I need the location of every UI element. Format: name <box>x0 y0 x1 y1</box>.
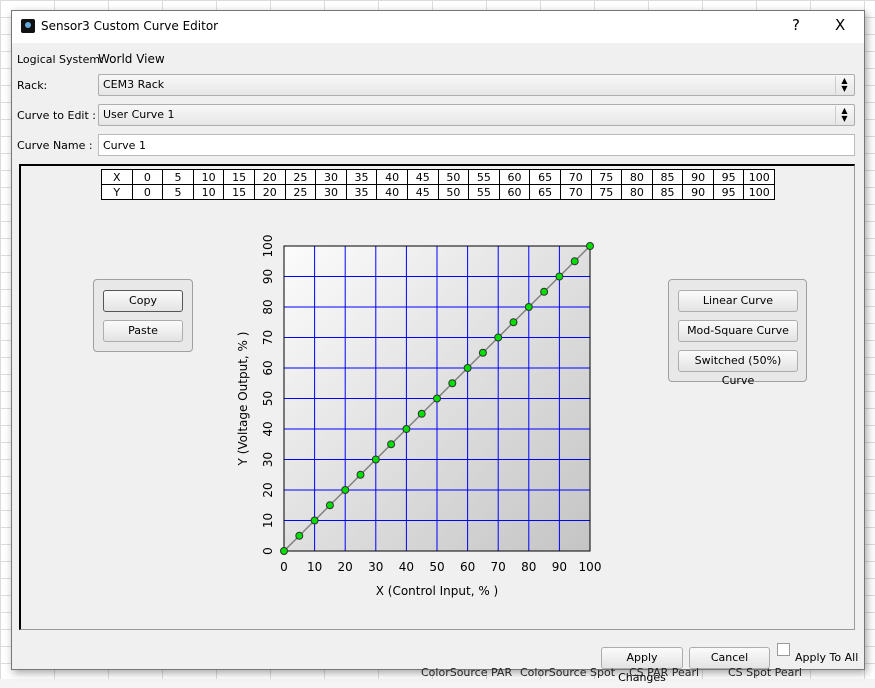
title-bar: Sensor3 Custom Curve Editor ? X <box>12 11 864 43</box>
apply-to-all-label: Apply To All <box>795 651 859 664</box>
curve-point[interactable] <box>524 303 533 311</box>
background-label: ColorSource Spot <box>520 666 616 679</box>
x-tick-label: 60 <box>460 560 475 574</box>
curve-editor-dialog: Sensor3 Custom Curve Editor ? X Logical … <box>11 10 865 684</box>
y-axis-label: Y (Voltage Output, % ) <box>236 332 250 467</box>
curve-to-edit-label: Curve to Edit : <box>17 109 96 122</box>
curve-point[interactable] <box>356 470 365 479</box>
apply-to-all-checkbox[interactable] <box>777 643 790 656</box>
updown-arrow-icon: ▲ ▼ <box>835 106 853 124</box>
y-tick-label: 0 <box>261 547 275 555</box>
curve-point[interactable] <box>280 547 288 555</box>
curve-point[interactable] <box>341 486 350 494</box>
x-axis-label: X (Control Input, % ) <box>376 584 499 598</box>
y-tick-label: 30 <box>261 452 275 467</box>
curve-point[interactable] <box>417 409 426 418</box>
x-tick-label: 70 <box>491 560 506 574</box>
curve-point[interactable] <box>448 379 457 388</box>
logical-system-label: Logical System: <box>17 53 104 66</box>
curve-point[interactable] <box>478 348 487 357</box>
y-tick-label: 100 <box>261 235 275 258</box>
dialog-body: Logical System: World View Rack: CEM3 Ra… <box>12 43 864 684</box>
x-tick-label: 40 <box>399 560 414 574</box>
curve-point[interactable] <box>325 501 334 510</box>
curve-point[interactable] <box>509 318 518 327</box>
curve-chart[interactable]: 0 10 20 30 40 50 60 70 80 90 100 0 10 20 30 40 50 60 70 80 9… <box>21 166 857 632</box>
curve-point[interactable] <box>433 394 441 403</box>
rack-label: Rack: <box>17 79 48 92</box>
curve-point[interactable] <box>494 333 503 342</box>
y-tick-label: 90 <box>261 269 275 284</box>
y-tick-label: 40 <box>261 421 275 436</box>
curve-to-edit-select[interactable]: User Curve 1 ▲ ▼ <box>98 104 855 126</box>
x-tick-label: 80 <box>521 560 536 574</box>
curve-point[interactable] <box>463 364 472 372</box>
close-button[interactable]: X <box>835 16 845 34</box>
curve-point[interactable] <box>540 287 549 296</box>
curve-name-label: Curve Name : <box>17 139 93 152</box>
background-label: CS Spot Pearl <box>728 666 802 679</box>
y-tick-label: 70 <box>261 330 275 345</box>
rack-select[interactable]: CEM3 Rack ▲ ▼ <box>98 74 855 96</box>
curve-point[interactable] <box>310 516 319 525</box>
curve-point[interactable] <box>570 257 579 266</box>
curve-name-input[interactable] <box>98 134 855 156</box>
x-tick-label: 10 <box>307 560 322 574</box>
curve-to-edit-value: User Curve 1 <box>103 108 175 121</box>
x-tick-label: 90 <box>552 560 567 574</box>
curve-point[interactable] <box>371 455 380 464</box>
x-tick-label: 20 <box>338 560 353 574</box>
curve-panel: X 0 5 10 15 20 25 30 35 40 45 50 55 60 65 70 75 80 85 90 95 1… <box>19 164 855 630</box>
help-button[interactable]: ? <box>792 16 800 34</box>
y-tick-label: 10 <box>261 513 275 528</box>
x-tick-label: 30 <box>368 560 383 574</box>
curve-point[interactable] <box>295 531 304 540</box>
window-title: Sensor3 Custom Curve Editor <box>41 19 219 33</box>
y-tick-label: 80 <box>261 299 275 314</box>
background-label: ColorSource PAR <box>421 666 513 679</box>
curve-point[interactable] <box>586 242 594 250</box>
updown-arrow-icon: ▲ ▼ <box>835 76 853 94</box>
background-label: CS PAR Pearl <box>629 666 700 679</box>
y-tick-label: 20 <box>261 482 275 497</box>
y-tick-label: 50 <box>261 391 275 406</box>
curve-point[interactable] <box>555 272 564 281</box>
curve-point[interactable] <box>402 425 411 433</box>
y-tick-label: 60 <box>261 360 275 375</box>
logical-system-value: World View <box>98 52 165 66</box>
x-tick-label: 50 <box>429 560 444 574</box>
curve-point[interactable] <box>387 440 396 449</box>
app-icon <box>21 19 35 33</box>
x-tick-label: 0 <box>280 560 288 574</box>
rack-value: CEM3 Rack <box>103 78 165 91</box>
x-tick-label: 100 <box>579 560 602 574</box>
